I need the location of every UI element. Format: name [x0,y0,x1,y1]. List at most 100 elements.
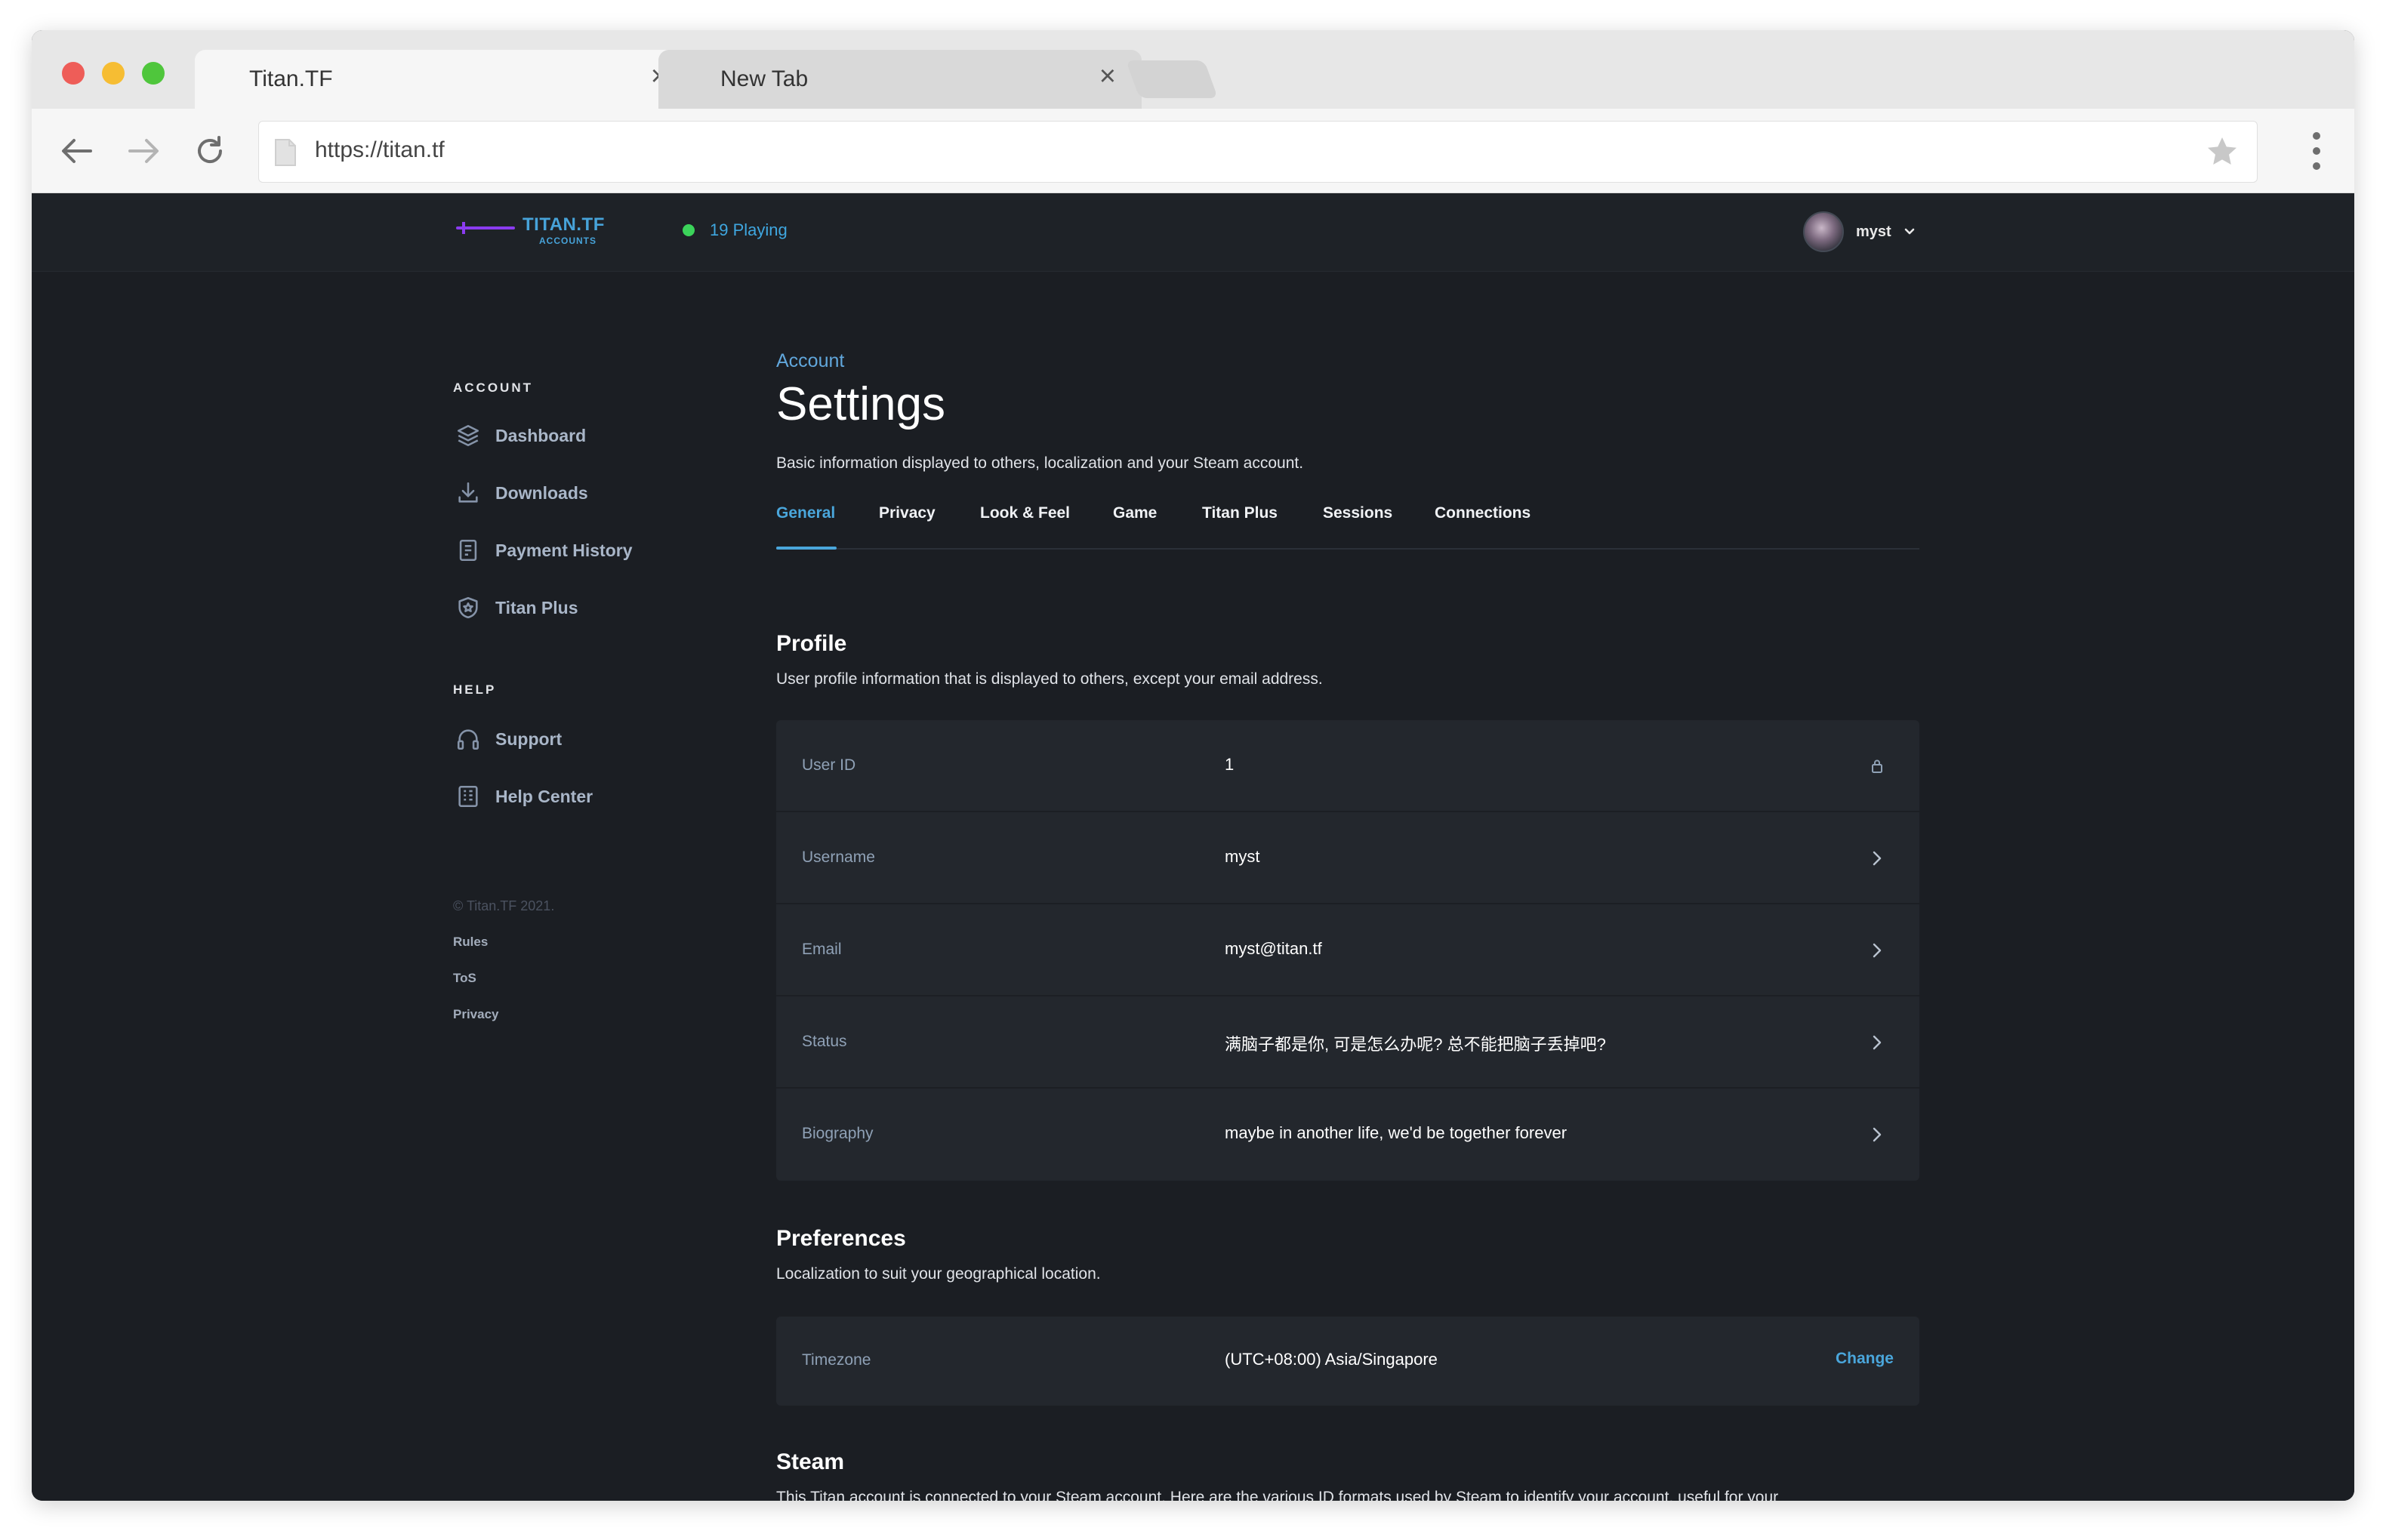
profile-description: User profile information that is display… [776,670,1323,688]
tab-look-and-feel[interactable]: Look & Feel [980,504,1070,522]
page-icon [275,139,296,166]
online-status-icon [683,224,695,236]
sidebar-item-help-center[interactable]: Help Center [453,778,695,815]
sidebar-item-label: Payment History [495,540,633,560]
sidebar-item-label: Titan Plus [495,597,578,618]
chevron-right-icon [1868,1123,1886,1146]
receipt-icon [453,535,483,565]
close-window-button[interactable] [62,62,85,85]
row-value: 1 [1225,755,1235,774]
close-tab-icon[interactable]: × [1099,62,1116,91]
shield-icon [453,593,483,623]
row-label: Timezone [802,1351,871,1369]
tab-connections[interactable]: Connections [1435,504,1531,522]
chevron-down-icon [1904,228,1915,235]
active-tab-indicator [776,547,837,550]
logo-name: TITAN.TF [523,214,605,235]
sidebar-item-downloads[interactable]: Downloads [453,474,695,512]
footer-link-tos[interactable]: ToS [453,971,476,986]
footer-link-privacy[interactable]: Privacy [453,1007,499,1022]
reload-icon [198,136,222,163]
bookmark-star-icon[interactable] [2204,134,2240,170]
arrow-left-icon [62,139,92,163]
download-icon [453,478,483,508]
chevron-right-icon [1868,1031,1886,1054]
browser-tab-strip: Titan.TF × New Tab × [32,30,2354,109]
browser-window: Titan.TF × New Tab × https://titan.tf [32,30,2354,1501]
tab-title: Titan.TF [249,66,333,91]
tab-titan-plus[interactable]: Titan Plus [1202,504,1278,522]
tab-sessions[interactable]: Sessions [1323,504,1392,522]
site-header: TITAN.TF ACCOUNTS 19 Playing myst [32,193,2354,272]
site-viewport: TITAN.TF ACCOUNTS 19 Playing myst ACCOUN… [32,193,2354,1501]
url-text: https://titan.tf [315,137,445,162]
row-value: (UTC+08:00) Asia/Singapore [1225,1350,1438,1369]
maximize-window-button[interactable] [142,62,165,85]
profile-row-biography[interactable]: Biography maybe in another life, we'd be… [776,1089,1919,1181]
sidebar-section-account: ACCOUNT [453,380,533,395]
minimize-window-button[interactable] [102,62,125,85]
settings-tabs: General Privacy Look & Feel Game Titan P… [776,504,1919,550]
profile-row-user-id: User ID 1 [776,720,1919,812]
chevron-right-icon [1868,939,1886,962]
footer-link-rules[interactable]: Rules [453,935,488,950]
profile-row-username[interactable]: Username myst [776,812,1919,904]
preferences-card: Timezone (UTC+08:00) Asia/Singapore Chan… [776,1317,1919,1406]
preferences-description: Localization to suit your geographical l… [776,1265,1101,1283]
copyright: © Titan.TF 2021. [453,898,555,913]
row-label: Username [802,849,875,866]
back-button[interactable] [56,130,98,172]
sidebar-item-support[interactable]: Support [453,720,695,758]
steam-title: Steam [776,1449,845,1474]
preferences-row-timezone: Timezone (UTC+08:00) Asia/Singapore Chan… [776,1317,1919,1406]
titan-logo[interactable]: TITAN.TF ACCOUNTS [456,214,607,252]
logo-subtitle: ACCOUNTS [539,236,596,246]
preferences-title: Preferences [776,1226,906,1251]
headphones-icon [453,724,483,754]
steam-description: This Titan account is connected to your … [776,1489,1779,1501]
user-menu[interactable]: myst [1803,211,1916,252]
row-label: Email [802,941,842,958]
sidebar-item-label: Dashboard [495,425,587,445]
profile-row-email[interactable]: Email myst@titan.tf [776,904,1919,996]
tab-general[interactable]: General [776,504,835,522]
profile-row-status[interactable]: Status 满脑子都是你, 可是怎么办呢? 总不能把脑子丢掉吧? [776,996,1919,1089]
new-tab-button[interactable] [1125,60,1219,98]
row-value: 满脑子都是你, 可是怎么办呢? 总不能把脑子丢掉吧? [1225,1035,1606,1054]
breadcrumb[interactable]: Account [776,350,844,372]
layers-icon [453,420,483,451]
browser-tab-titan[interactable]: Titan.TF × [195,50,693,109]
page-title: Settings [776,378,946,430]
document-icon [453,781,483,812]
row-label: Status [802,1033,847,1050]
tab-privacy[interactable]: Privacy [879,504,936,522]
row-label: Biography [802,1125,874,1142]
sidebar-item-dashboard[interactable]: Dashboard [453,417,695,454]
forward-button[interactable] [122,130,165,172]
change-timezone-button[interactable]: Change [1836,1350,1894,1368]
user-name: myst [1856,223,1891,240]
row-value: myst@titan.tf [1225,939,1322,958]
profile-title: Profile [776,631,847,656]
sidebar-item-label: Support [495,728,563,749]
browser-tab-new[interactable]: New Tab × [658,50,1142,109]
page-description: Basic information displayed to others, l… [776,454,1304,472]
address-toolbar: https://titan.tf [32,109,2354,193]
chevron-right-icon [1868,847,1886,870]
tab-game[interactable]: Game [1113,504,1157,522]
sidebar-item-label: Help Center [495,786,593,806]
sidebar-item-payment-history[interactable]: Payment History [453,531,695,569]
url-bar[interactable]: https://titan.tf [258,121,2258,183]
browser-menu-icon[interactable] [2309,128,2324,174]
reload-button[interactable] [189,130,231,172]
row-value: maybe in another life, we'd be together … [1225,1123,1568,1142]
playing-count: 19 Playing [710,220,788,239]
players-online: 19 Playing [683,220,788,240]
arrow-right-icon [128,139,159,163]
sidebar-section-help: HELP [453,682,497,697]
row-label: User ID [802,756,856,774]
row-value: myst [1225,847,1260,866]
sidebar-item-titan-plus[interactable]: Titan Plus [453,589,695,627]
avatar [1803,211,1844,252]
tab-title: New Tab [720,66,809,91]
